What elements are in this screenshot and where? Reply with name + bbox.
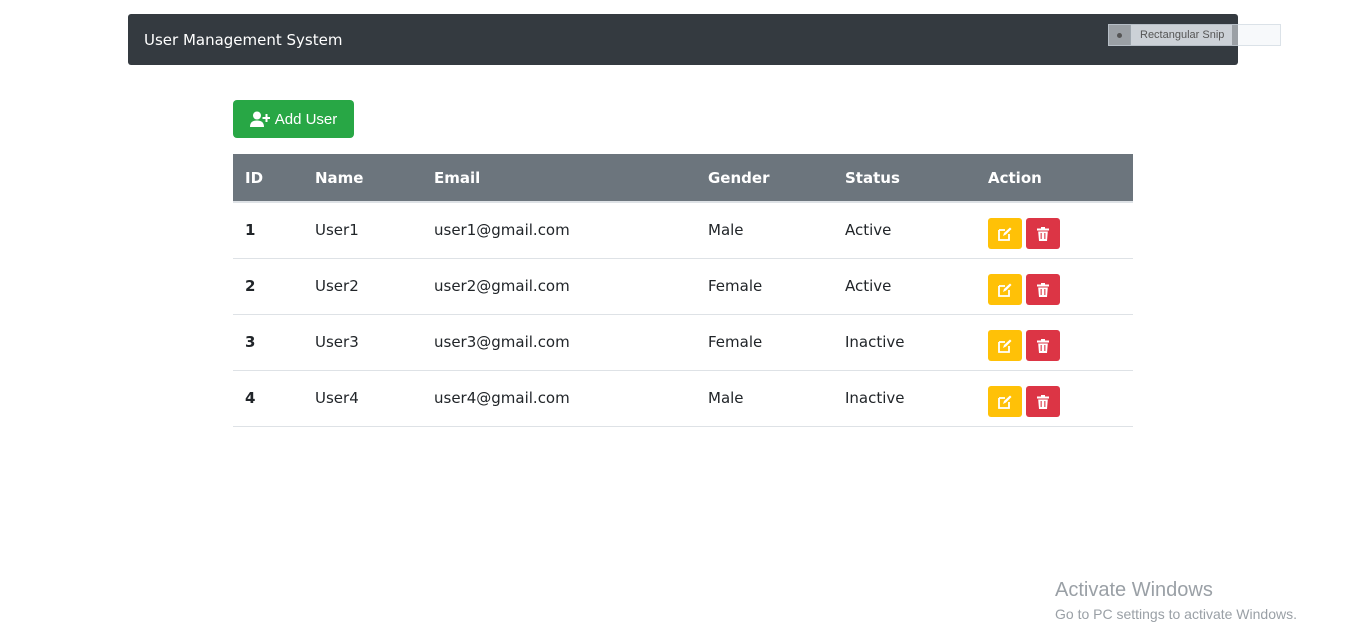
header-action: Action — [976, 154, 1133, 203]
edit-button[interactable] — [988, 218, 1022, 250]
users-table: ID Name Email Gender Status Action 1 Use… — [233, 154, 1133, 427]
edit-icon — [998, 283, 1012, 297]
edit-button[interactable] — [988, 386, 1022, 417]
cell-id: 3 — [245, 333, 256, 351]
trash-icon — [1037, 226, 1049, 241]
cell-id: 1 — [245, 221, 256, 240]
cell-name: User2 — [315, 277, 359, 295]
edit-icon — [998, 339, 1012, 353]
cell-email: user3@gmail.com — [434, 333, 570, 351]
cell-actions — [976, 314, 1133, 370]
cell-status: Inactive — [845, 389, 905, 407]
cell-name: User3 — [315, 333, 359, 351]
watermark-title: Activate Windows — [1055, 579, 1213, 601]
header-gender: Gender — [696, 154, 833, 203]
table-row: 3 User3 user3@gmail.com Female Inactive — [233, 314, 1133, 370]
activation-watermark: Activate Windows Go to PC settings to ac… — [1055, 578, 1297, 624]
delete-button[interactable] — [1026, 218, 1060, 250]
watermark-subtitle: Go to PC settings to activate Windows. — [1055, 606, 1297, 622]
cell-name: User4 — [315, 389, 359, 407]
record-dot-icon — [1109, 25, 1131, 45]
snip-tool-label: Rectangular Snip — [1108, 24, 1281, 46]
delete-button[interactable] — [1026, 330, 1060, 361]
cell-status: Inactive — [845, 333, 905, 351]
table-row: 4 User4 user4@gmail.com Male Inactive — [233, 370, 1133, 426]
cell-email: user1@gmail.com — [434, 221, 570, 240]
table-row: 1 User1 user1@gmail.com Male Active — [233, 202, 1133, 258]
edit-button[interactable] — [988, 274, 1022, 305]
navbar: User Management System — [128, 14, 1238, 65]
snip-mode-label: Rectangular Snip — [1131, 25, 1233, 45]
cell-gender: Male — [708, 389, 744, 407]
cell-gender: Male — [708, 221, 744, 240]
trash-icon — [1037, 338, 1049, 353]
add-user-label: Add User — [274, 110, 338, 128]
trash-icon — [1037, 282, 1049, 297]
cell-status: Active — [845, 277, 892, 295]
cell-status: Active — [845, 221, 892, 240]
cell-actions — [976, 258, 1133, 314]
user-plus-icon — [249, 111, 270, 127]
edit-icon — [998, 395, 1012, 409]
navbar-brand[interactable]: User Management System — [144, 31, 342, 49]
cell-actions — [976, 202, 1133, 258]
header-name: Name — [303, 154, 422, 203]
header-status: Status — [833, 154, 976, 203]
add-user-button[interactable]: Add User — [233, 100, 354, 138]
cell-email: user2@gmail.com — [434, 277, 570, 295]
cell-id: 2 — [245, 277, 256, 295]
cell-email: user4@gmail.com — [434, 389, 570, 407]
cell-name: User1 — [315, 221, 359, 240]
cell-actions — [976, 370, 1133, 426]
edit-icon — [998, 227, 1012, 241]
edit-button[interactable] — [988, 330, 1022, 361]
header-email: Email — [422, 154, 696, 203]
table-header-row: ID Name Email Gender Status Action — [233, 154, 1133, 203]
cell-id: 4 — [245, 389, 256, 407]
delete-button[interactable] — [1026, 386, 1060, 417]
delete-button[interactable] — [1026, 274, 1060, 305]
table-row: 2 User2 user2@gmail.com Female Active — [233, 258, 1133, 314]
header-id: ID — [233, 154, 303, 203]
cell-gender: Female — [708, 333, 763, 351]
trash-icon — [1037, 394, 1049, 409]
cell-gender: Female — [708, 277, 763, 295]
